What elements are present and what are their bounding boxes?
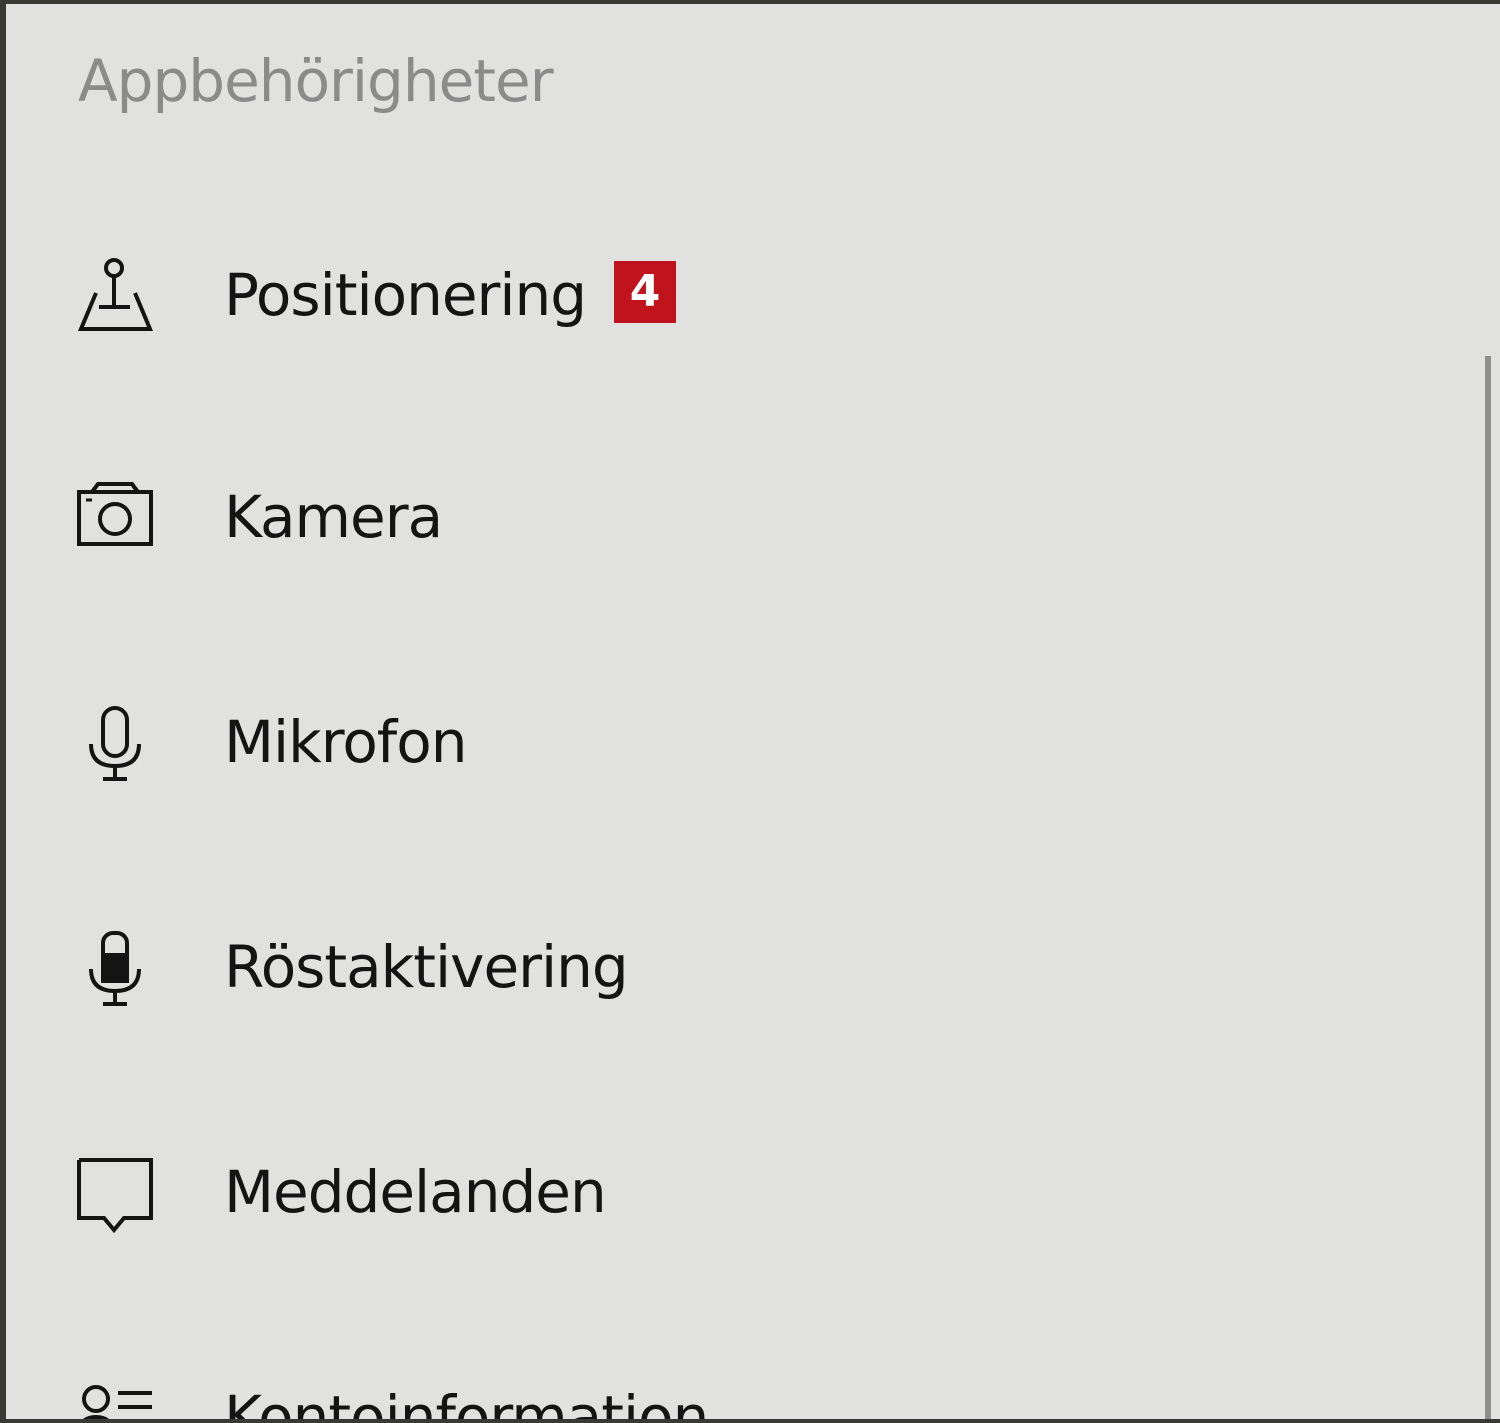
nav-item-positionering[interactable]: Positionering <box>6 222 1476 372</box>
nav-label-positionering: Positionering <box>224 261 587 329</box>
nav-label-rostaktivering: Röstaktivering <box>224 933 629 1001</box>
nav-item-mikrofon[interactable]: Mikrofon <box>6 669 1476 819</box>
notification-badge: 4 <box>614 261 676 323</box>
location-icon <box>74 257 158 337</box>
camera-icon <box>74 479 158 559</box>
nav-label-mikrofon: Mikrofon <box>224 708 467 776</box>
nav-item-kontoinformation[interactable]: Kontoinformation <box>6 1344 1476 1419</box>
settings-panel: Appbehörigheter Positionering 4 Kamera M… <box>6 4 1500 1419</box>
nav-label-meddelanden: Meddelanden <box>224 1158 607 1226</box>
scrollbar[interactable] <box>1485 356 1491 1419</box>
nav-item-kamera[interactable]: Kamera <box>6 444 1476 594</box>
nav-label-kontoinformation: Kontoinformation <box>224 1383 709 1419</box>
nav-item-meddelanden[interactable]: Meddelanden <box>6 1119 1476 1269</box>
page-title: Appbehörigheter <box>78 47 554 115</box>
voice-activation-icon <box>74 929 158 1009</box>
nav-item-rostaktivering[interactable]: Röstaktivering <box>6 894 1476 1044</box>
message-icon <box>74 1154 158 1234</box>
microphone-icon <box>74 704 158 784</box>
account-info-icon <box>74 1379 158 1419</box>
nav-label-kamera: Kamera <box>224 483 443 551</box>
